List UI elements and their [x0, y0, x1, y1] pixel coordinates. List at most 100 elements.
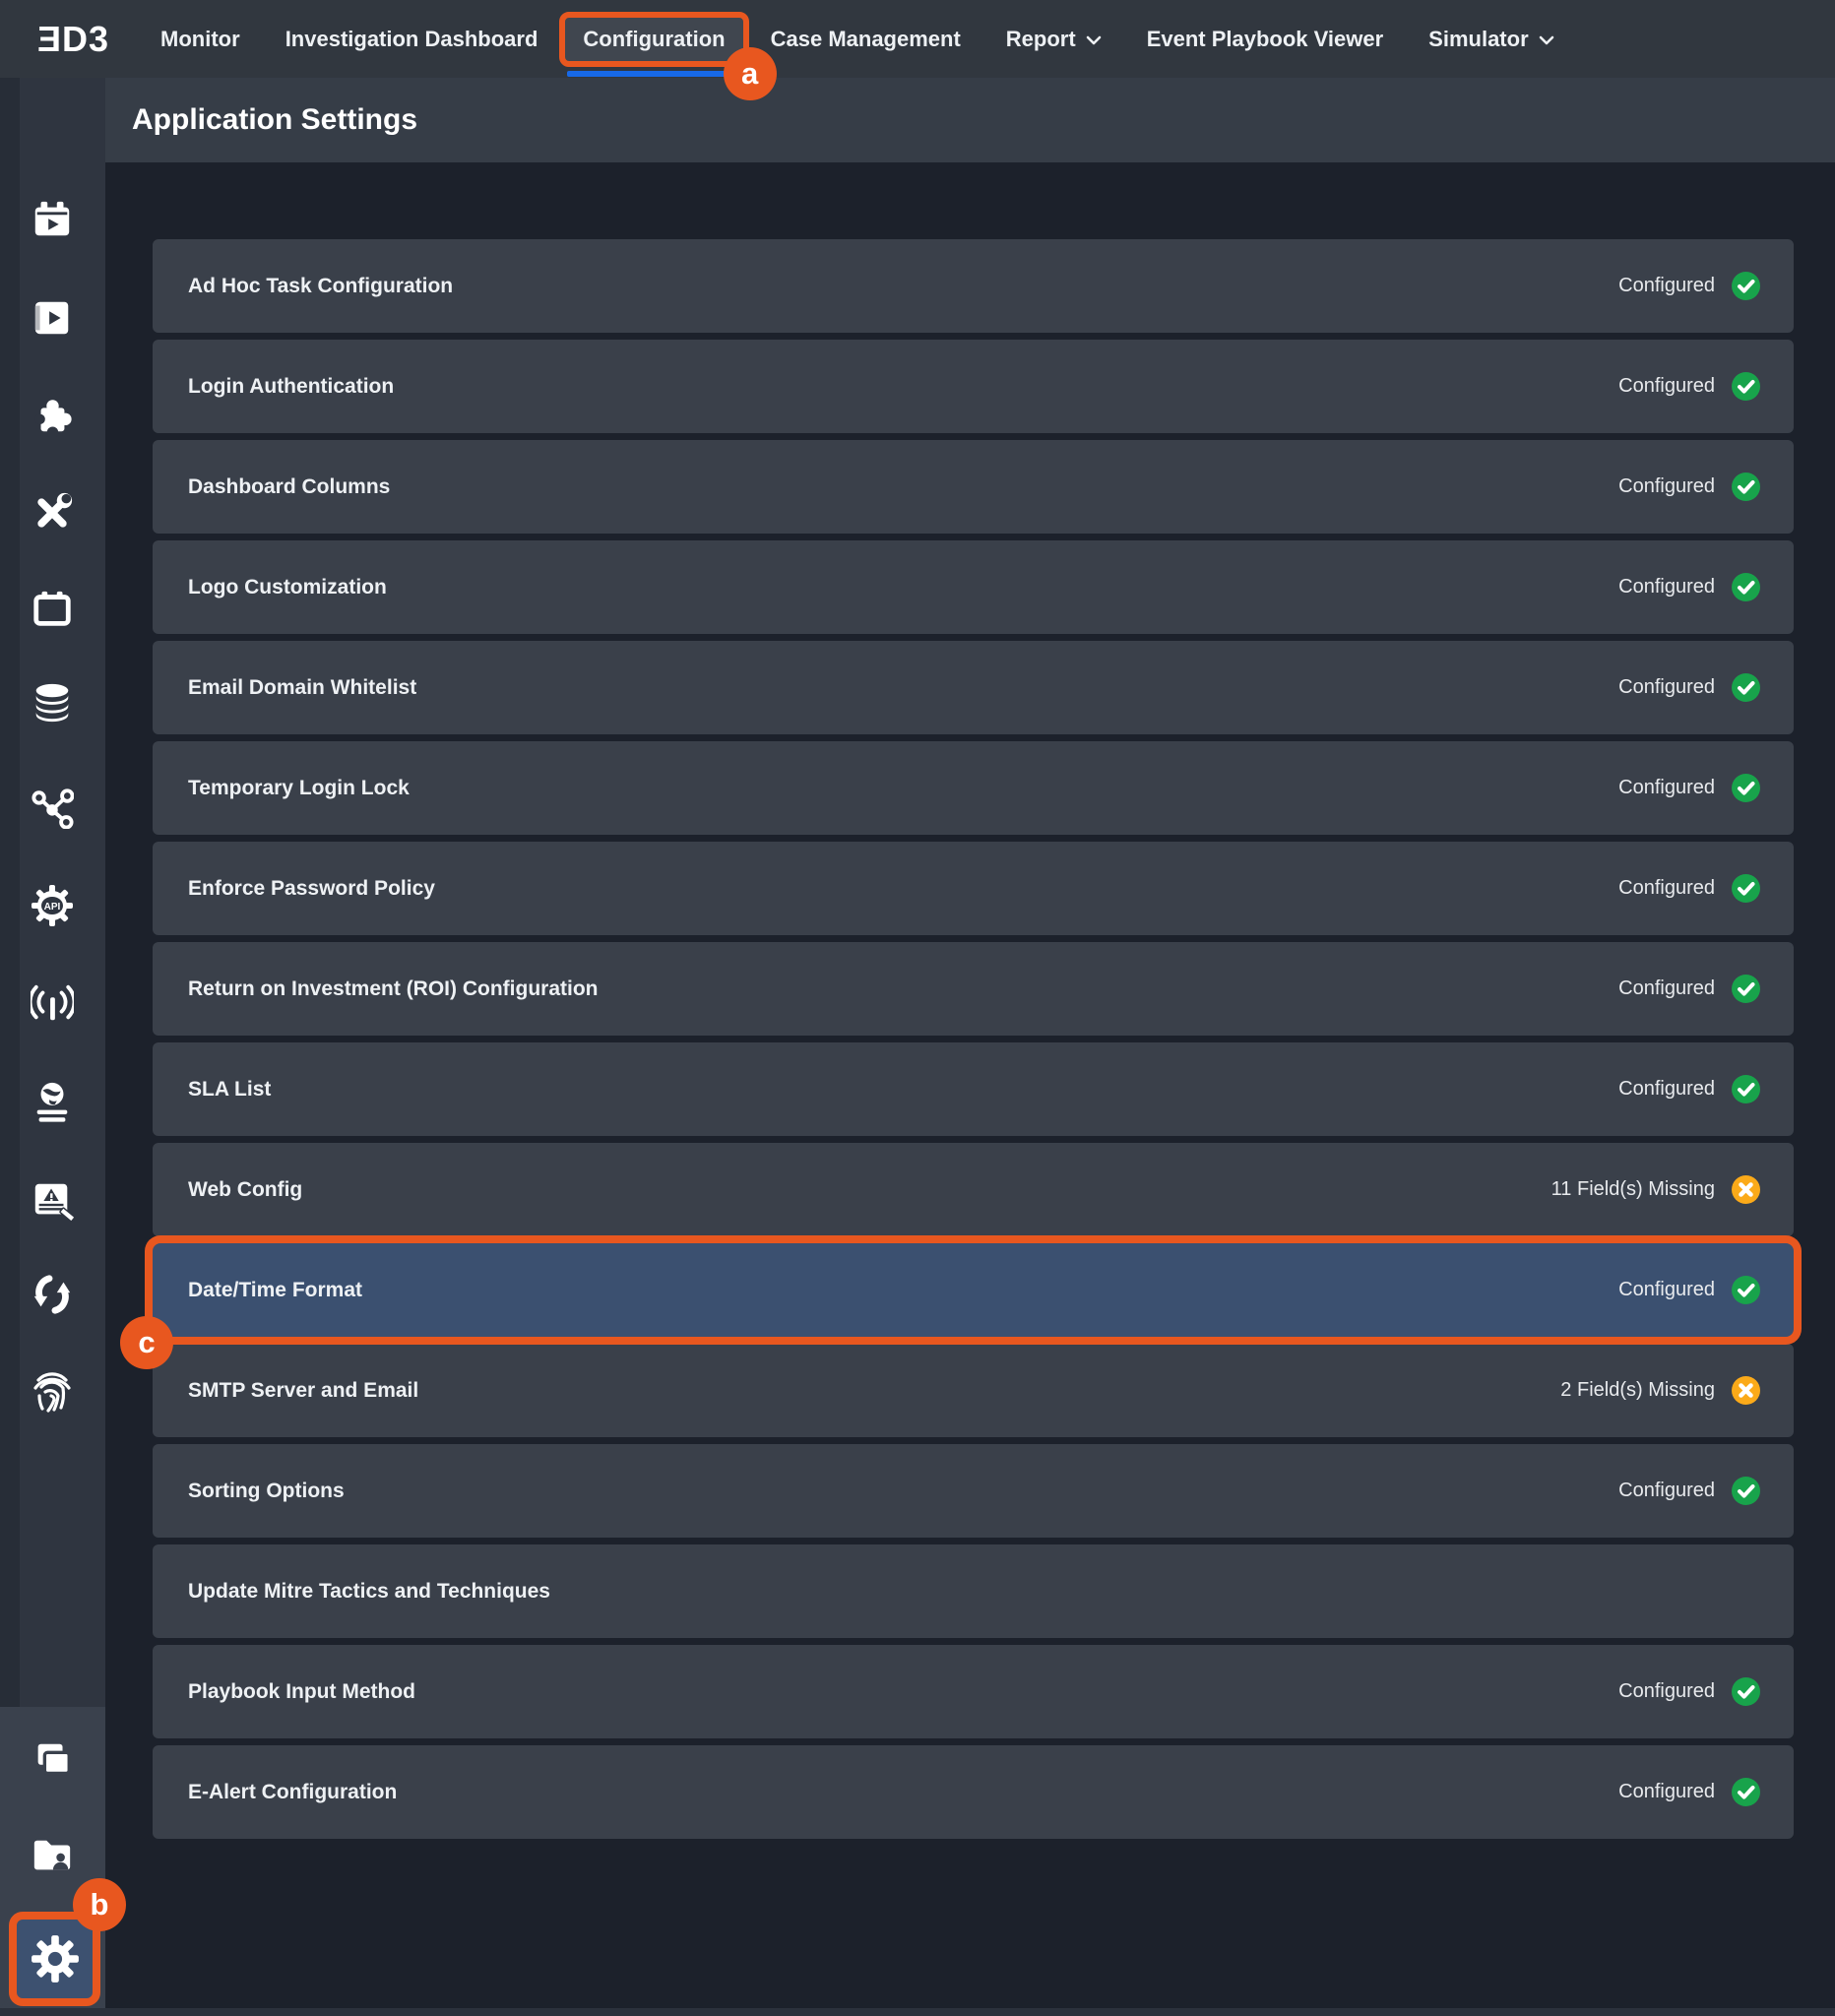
settings-row-logo-customization[interactable]: Logo Customization Configured — [153, 540, 1794, 634]
database-icon[interactable] — [30, 680, 75, 725]
settings-row-email-domain-whitelist[interactable]: Email Domain Whitelist Configured — [153, 641, 1794, 734]
settings-row-status: Configured — [1618, 472, 1760, 501]
settings-row-status-text: Configured — [1618, 1279, 1715, 1301]
settings-row-status: Configured — [1618, 975, 1760, 1003]
nav-item-event-playbook-viewer[interactable]: Event Playbook Viewer — [1147, 27, 1383, 52]
settings-row-title: Playbook Input Method — [188, 1680, 415, 1704]
status-configured-check-icon — [1732, 874, 1760, 903]
settings-row-title: Email Domain Whitelist — [188, 676, 416, 700]
active-tab-underline — [567, 71, 740, 77]
settings-row-status-text: Configured — [1618, 475, 1715, 498]
settings-row-status-text: Configured — [1618, 1680, 1715, 1703]
status-configured-check-icon — [1732, 1075, 1760, 1103]
settings-row-title: Enforce Password Policy — [188, 877, 435, 901]
annotation-badge-a: a — [724, 47, 777, 100]
integrations-puzzle-icon[interactable] — [30, 393, 75, 438]
settings-row-status-text: Configured — [1618, 275, 1715, 297]
settings-row-status: 11 Field(s) Missing — [1551, 1175, 1760, 1204]
settings-row-status: Configured — [1618, 372, 1760, 401]
settings-row-status-text: Configured — [1618, 877, 1715, 900]
nav-item-simulator[interactable]: Simulator — [1428, 27, 1553, 52]
status-configured-check-icon — [1732, 372, 1760, 401]
fingerprint-icon[interactable] — [30, 1368, 75, 1414]
settings-row-status: Configured — [1618, 1778, 1760, 1806]
settings-row-status: Configured — [1618, 673, 1760, 702]
status-configured-check-icon — [1732, 472, 1760, 501]
calendar-play-icon[interactable] — [30, 198, 75, 243]
settings-row-status-text: Configured — [1618, 1781, 1715, 1803]
settings-row-title: Return on Investment (ROI) Configuration — [188, 977, 598, 1001]
settings-gear-icon — [31, 1934, 80, 1984]
share-nodes-icon[interactable] — [30, 785, 75, 830]
annotation-badge-b: b — [73, 1878, 126, 1931]
settings-row-ad-hoc-task-configuration[interactable]: Ad Hoc Task Configuration Configured — [153, 239, 1794, 333]
nav-item-case-management[interactable]: Case Management — [771, 27, 961, 52]
playbook-library-icon[interactable] — [30, 295, 75, 341]
utilities-tools-icon[interactable] — [30, 490, 75, 536]
chevron-down-icon — [1539, 35, 1554, 45]
svg-text:API: API — [44, 902, 61, 913]
settings-row-status-text: 11 Field(s) Missing — [1551, 1178, 1715, 1201]
settings-row-status: Configured — [1618, 1075, 1760, 1103]
settings-row-status-text: Configured — [1618, 576, 1715, 598]
settings-row-status-text: Configured — [1618, 375, 1715, 398]
settings-row-temporary-login-lock[interactable]: Temporary Login Lock Configured — [153, 741, 1794, 835]
status-configured-check-icon — [1732, 1778, 1760, 1806]
settings-row-return-on-investment-roi-configuration[interactable]: Return on Investment (ROI) Configuration… — [153, 942, 1794, 1036]
copy-windows-icon[interactable] — [30, 1737, 75, 1783]
settings-row-title: SLA List — [188, 1078, 271, 1102]
settings-row-status: Configured — [1618, 272, 1760, 300]
settings-row-title: Dashboard Columns — [188, 475, 390, 499]
settings-row-title: Date/Time Format — [188, 1279, 362, 1302]
sync-arrows-icon[interactable] — [30, 1272, 75, 1317]
settings-row-status-text: Configured — [1618, 777, 1715, 799]
nav-item-configuration[interactable]: Configuration a — [559, 12, 748, 67]
settings-row-title: Sorting Options — [188, 1480, 345, 1503]
settings-row-status-text: Configured — [1618, 676, 1715, 699]
event-alert-edit-icon[interactable] — [30, 1177, 75, 1223]
nav-item-monitor[interactable]: Monitor — [160, 27, 240, 52]
api-gear-icon[interactable]: API — [30, 883, 75, 928]
settings-row-status: Configured — [1618, 1677, 1760, 1706]
geo-globe-icon[interactable] — [30, 1080, 75, 1125]
settings-row-e-alert-configuration[interactable]: E-Alert Configuration Configured — [153, 1745, 1794, 1839]
settings-row-title: Update Mitre Tactics and Techniques — [188, 1580, 550, 1604]
settings-row-playbook-input-method[interactable]: Playbook Input Method Configured — [153, 1645, 1794, 1738]
nav-item-report[interactable]: Report — [1006, 27, 1102, 52]
settings-row-title: Web Config — [188, 1178, 302, 1202]
settings-row-status: 2 Field(s) Missing — [1560, 1376, 1760, 1405]
broadcast-antenna-icon[interactable] — [30, 981, 75, 1027]
settings-row-sla-list[interactable]: SLA List Configured — [153, 1042, 1794, 1136]
header-band: Application Settings — [105, 78, 1835, 162]
settings-row-web-config[interactable]: Web Config 11 Field(s) Missing — [153, 1143, 1794, 1236]
status-missing-x-icon — [1732, 1376, 1760, 1405]
sidebar-bottom-section: b — [0, 1707, 105, 2008]
status-configured-check-icon — [1732, 1276, 1760, 1304]
settings-row-title: Logo Customization — [188, 576, 387, 599]
settings-row-status-text: Configured — [1618, 1480, 1715, 1502]
settings-row-status: Configured — [1618, 1276, 1760, 1304]
settings-row-date-time-format[interactable]: Date/Time Format Configured c — [153, 1243, 1794, 1337]
settings-row-status-text: 2 Field(s) Missing — [1560, 1379, 1715, 1402]
settings-row-sorting-options[interactable]: Sorting Options Configured — [153, 1444, 1794, 1538]
settings-row-title: E-Alert Configuration — [188, 1781, 397, 1804]
status-missing-x-icon — [1732, 1175, 1760, 1204]
settings-row-title: SMTP Server and Email — [188, 1379, 418, 1403]
settings-row-dashboard-columns[interactable]: Dashboard Columns Configured — [153, 440, 1794, 534]
settings-row-title: Temporary Login Lock — [188, 777, 410, 800]
settings-row-login-authentication[interactable]: Login Authentication Configured — [153, 340, 1794, 433]
settings-row-enforce-password-policy[interactable]: Enforce Password Policy Configured — [153, 842, 1794, 935]
status-configured-check-icon — [1732, 975, 1760, 1003]
nav-item-investigation-dashboard[interactable]: Investigation Dashboard — [285, 27, 538, 52]
settings-row-status-text: Configured — [1618, 977, 1715, 1000]
settings-row-smtp-server-and-email[interactable]: SMTP Server and Email 2 Field(s) Missing — [153, 1344, 1794, 1437]
d3-logo: ƎD3 — [37, 19, 109, 60]
chevron-down-icon — [1086, 35, 1102, 45]
calendar-icon[interactable] — [30, 587, 75, 632]
case-folder-icon[interactable] — [30, 1833, 75, 1878]
settings-row-status: Configured — [1618, 874, 1760, 903]
settings-row-title: Login Authentication — [188, 375, 394, 399]
page-title: Application Settings — [132, 103, 417, 137]
settings-row-update-mitre-tactics-and-techniques[interactable]: Update Mitre Tactics and Techniques — [153, 1544, 1794, 1638]
settings-row-status-text: Configured — [1618, 1078, 1715, 1101]
